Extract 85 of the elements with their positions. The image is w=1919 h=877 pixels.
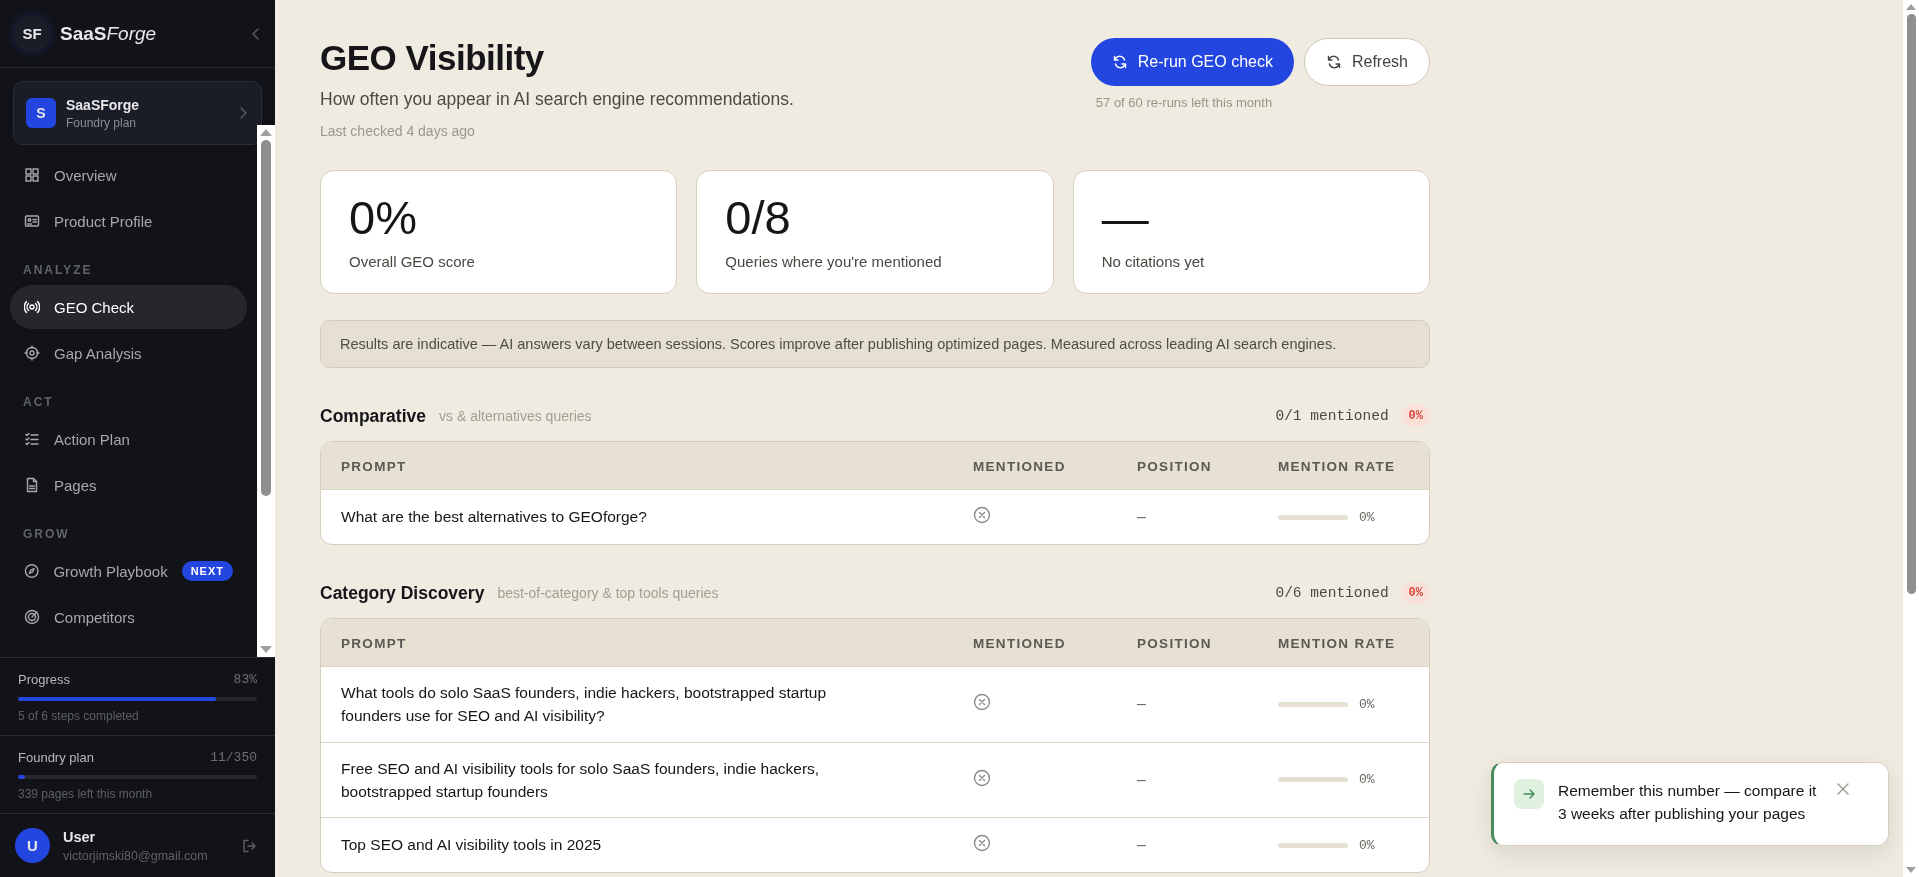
column-header: MENTION RATE: [1278, 635, 1396, 651]
nav-section-heading: ACT: [22, 394, 55, 411]
refresh-button[interactable]: Refresh: [1303, 38, 1430, 86]
stat-label: Queries where you're mentioned: [725, 253, 942, 270]
column-header: MENTIONED: [973, 635, 1066, 651]
position-cell: –: [1137, 836, 1146, 853]
chevron-right-icon: [239, 106, 247, 120]
workspace-switcher[interactable]: S SaaSForge Foundry plan: [13, 81, 262, 145]
logo-mark: SF: [14, 15, 50, 52]
target-icon: [24, 609, 40, 625]
mention-rate-badge: 0%: [1401, 405, 1430, 427]
stat-value: —: [1101, 194, 1149, 241]
column-header: MENTION RATE: [1278, 458, 1396, 474]
position-cell: –: [1137, 508, 1146, 525]
nav-item[interactable]: Gap Analysis: [10, 331, 247, 375]
rate-value: 0%: [1359, 837, 1375, 853]
crosshair-icon: [24, 345, 40, 361]
group-title: Comparative: [320, 405, 426, 427]
column-header: POSITION: [1137, 635, 1212, 651]
user-name: User: [63, 828, 97, 845]
nav-item[interactable]: Growth Playbook NEXT: [10, 549, 247, 593]
toast-message: Remember this number — compare it 3 weeks after publishing your pages: [1558, 780, 1818, 824]
nav-section-heading: GROW: [22, 526, 71, 543]
group-subtitle: vs & alternatives queries: [439, 408, 593, 424]
nav-section-heading: ANALYZE: [22, 262, 94, 279]
last-checked: Last checked 4 days ago: [320, 123, 476, 139]
group-subtitle: best-of-category & top tools queries: [497, 585, 720, 601]
mention-summary: 0/6 mentioned: [1275, 585, 1389, 601]
radio-waves-icon: [24, 299, 40, 315]
column-header: PROMPT: [341, 458, 407, 474]
nav-item[interactable]: Action Plan: [10, 417, 247, 461]
stat-value: 0/8: [725, 194, 791, 241]
id-card-icon: [24, 213, 40, 229]
checklist-icon: [24, 431, 40, 447]
logout-icon[interactable]: [241, 837, 257, 854]
meter-caption: 5 of 6 steps completed: [18, 709, 140, 723]
refresh-icon: [1325, 54, 1342, 70]
mention-rate-badge: 0%: [1401, 582, 1430, 604]
nav-item[interactable]: Overview: [10, 153, 247, 197]
user-avatar: U: [15, 828, 50, 863]
next-badge: NEXT: [181, 561, 233, 581]
nav-item[interactable]: Competitors: [10, 595, 247, 639]
position-cell: –: [1137, 770, 1146, 788]
stat-label: No citations yet: [1101, 253, 1205, 270]
reruns-left: 57 of 60 re-runs left this month: [1095, 95, 1273, 110]
grid-icon: [24, 167, 40, 183]
meter-label: Foundry plan: [18, 750, 94, 765]
info-notice: Results are indicative — AI answers vary between sessions. Scores improve after publishing optimized pages. Measured across leading AI search engines.: [320, 320, 1430, 368]
page-title: GEO Visibility: [320, 38, 545, 78]
nav-item[interactable]: Product Profile: [10, 199, 247, 243]
prompt-cell-text: Top SEO and AI visibility tools in 2025: [340, 835, 603, 856]
user-email: victorjimski80@gmail.com: [63, 848, 209, 863]
rate-value: 0%: [1359, 509, 1375, 525]
meter-value: 83%: [233, 672, 257, 687]
rerun-button[interactable]: Re-run GEO check: [1090, 38, 1294, 86]
prompt-cell-text: Free SEO and AI visibility tools for solo SaaS founders, indie hackers, bootstrapped startup founders: [340, 758, 821, 802]
group-title: Category Discovery: [320, 582, 485, 604]
rate-value: 0%: [1359, 696, 1375, 712]
meter-caption: 339 pages left this month: [18, 787, 154, 801]
brand-name: SaaSForge: [60, 22, 158, 45]
refresh-icon: [1111, 54, 1128, 70]
column-header: PROMPT: [341, 635, 407, 651]
workspace-plan: Foundry plan: [66, 115, 138, 130]
mention-summary: 0/1 mentioned: [1275, 408, 1389, 424]
meter-label: Progress: [18, 672, 71, 687]
nav-item[interactable]: GEO Check: [10, 285, 247, 329]
stat-label: Overall GEO score: [349, 253, 475, 270]
stat-value: 0%: [349, 194, 417, 241]
page-subtitle: How often you appear in AI search engine recommendations.: [320, 89, 794, 110]
document-icon: [24, 477, 40, 493]
rate-value: 0%: [1359, 772, 1375, 788]
meter-value: 11/350: [210, 750, 257, 765]
arrow-right-icon: [1514, 778, 1544, 809]
prompt-cell-text: What are the best alternatives to GEOforge?: [340, 507, 648, 528]
workspace-name: SaaSForge: [66, 96, 141, 113]
compass-icon: [24, 563, 40, 579]
column-header: MENTIONED: [973, 458, 1066, 474]
scrollbar[interactable]: [257, 125, 275, 657]
workspace-avatar: S: [26, 98, 56, 128]
prompt-cell-text: What tools do solo SaaS founders, indie hackers, bootstrapped startup founders use for SEO and AI visibility?: [340, 683, 828, 727]
collapse-icon[interactable]: [251, 26, 261, 41]
column-header: POSITION: [1137, 458, 1212, 474]
nav-item[interactable]: Pages: [10, 463, 247, 507]
close-icon[interactable]: [1837, 782, 1849, 795]
position-cell: –: [1137, 695, 1146, 713]
